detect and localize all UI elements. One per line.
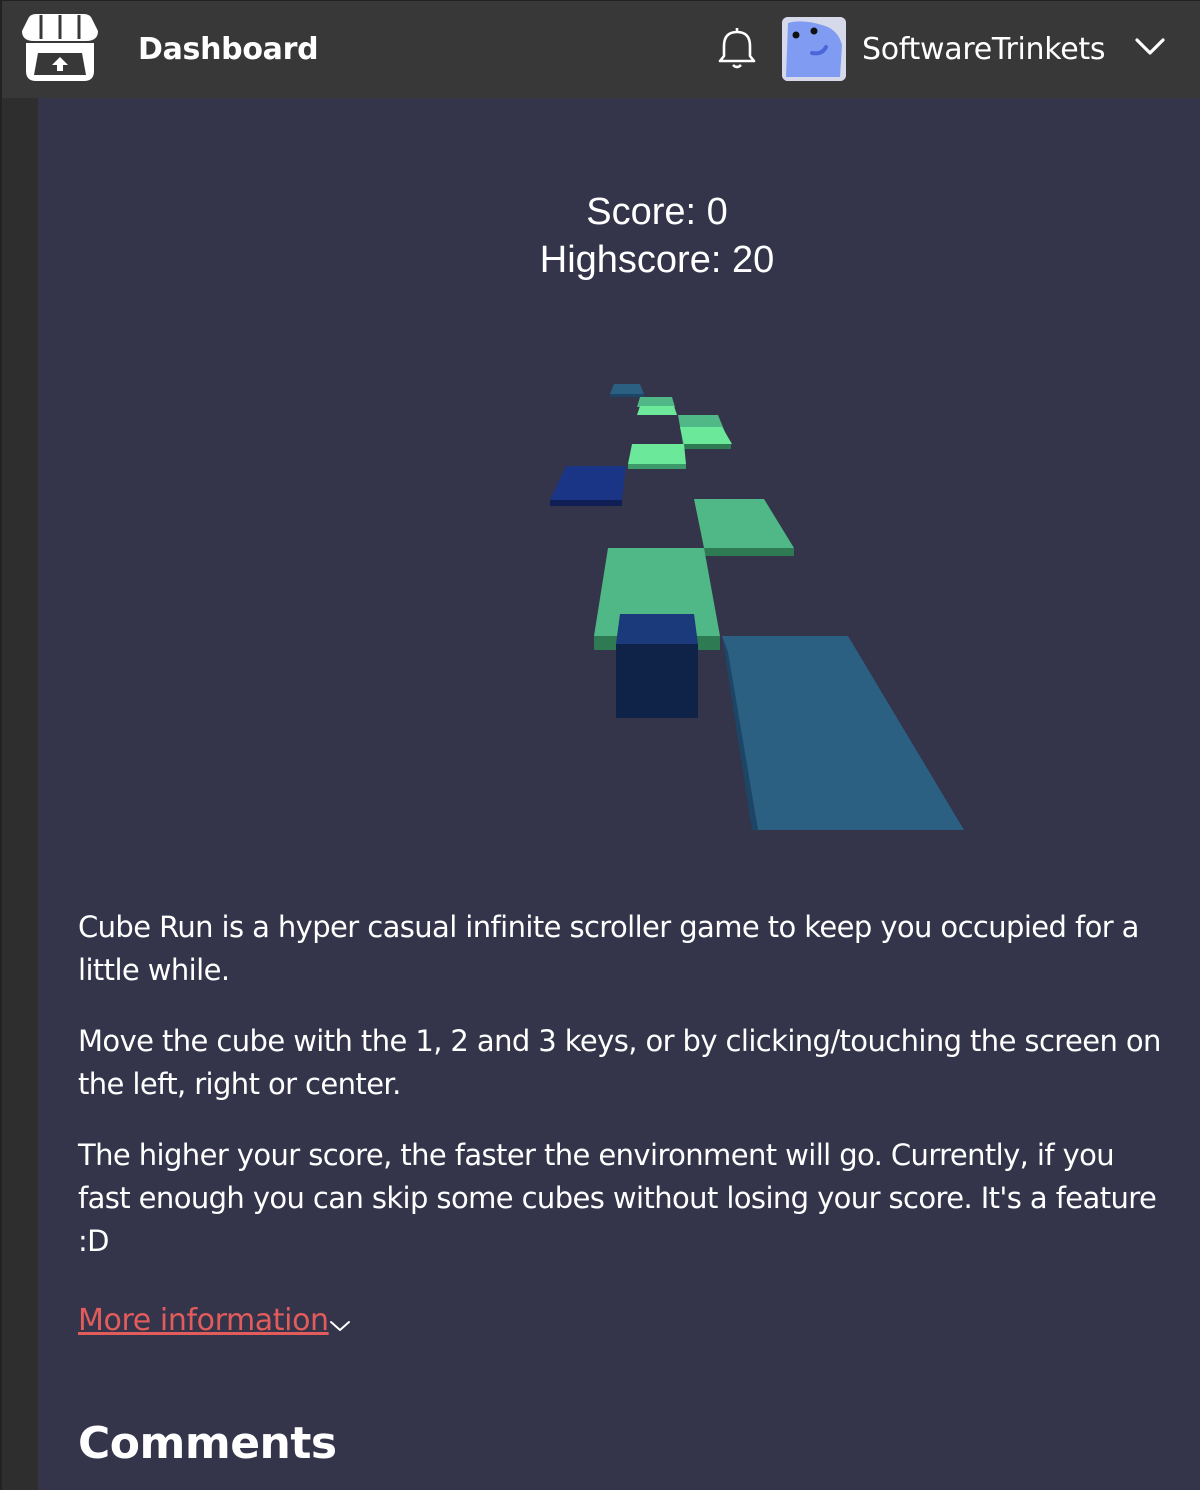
- username[interactable]: SoftwareTrinkets: [862, 27, 1106, 73]
- description-paragraph: Cube Run is a hyper casual infinite scro…: [78, 910, 1139, 987]
- platform-tile: [694, 499, 794, 548]
- platform-tile: [610, 384, 644, 394]
- game-scene: [550, 384, 964, 830]
- platform-tile: [637, 406, 677, 415]
- chevron-down-icon[interactable]: [1134, 35, 1166, 59]
- game-description: Cube Run is a hyper casual infinite scro…: [78, 906, 1168, 1291]
- comments-heading: Comments: [78, 1418, 337, 1469]
- description-paragraph: Move the cube with the 1, 2 and 3 keys, …: [78, 1024, 1161, 1101]
- platform-tile: [637, 397, 675, 407]
- platform-tile-edge: [704, 548, 794, 556]
- platform-tile-edge: [550, 500, 622, 506]
- top-navigation-bar: Dashboard SoftwareTrinkets: [0, 0, 1200, 98]
- game-page-content: Score: 0 Highscore: 20 Cube Run is a hyp…: [38, 98, 1200, 1490]
- avatar-image: [782, 17, 846, 81]
- chevron-down-icon[interactable]: [328, 1318, 352, 1334]
- bell-icon[interactable]: [716, 27, 758, 71]
- platform-tile-edge: [610, 394, 644, 397]
- platform-tile-edge: [628, 464, 686, 469]
- platform-tile: [722, 636, 964, 830]
- avatar[interactable]: [782, 17, 846, 81]
- more-information-link[interactable]: More information: [78, 1298, 329, 1344]
- description-paragraph: The higher your score, the faster the en…: [78, 1138, 1157, 1258]
- dashboard-link[interactable]: Dashboard: [138, 27, 319, 73]
- platform-tile-edge: [683, 444, 731, 449]
- itchio-logo-icon[interactable]: [20, 13, 100, 85]
- platform-tile: [550, 466, 626, 500]
- player-cube: [616, 644, 698, 718]
- left-gutter: [0, 98, 38, 1490]
- platform-tile: [680, 427, 732, 444]
- game-canvas[interactable]: Score: 0 Highscore: 20: [38, 98, 1200, 888]
- platform-tile: [628, 444, 686, 464]
- player-cube-top: [616, 614, 698, 644]
